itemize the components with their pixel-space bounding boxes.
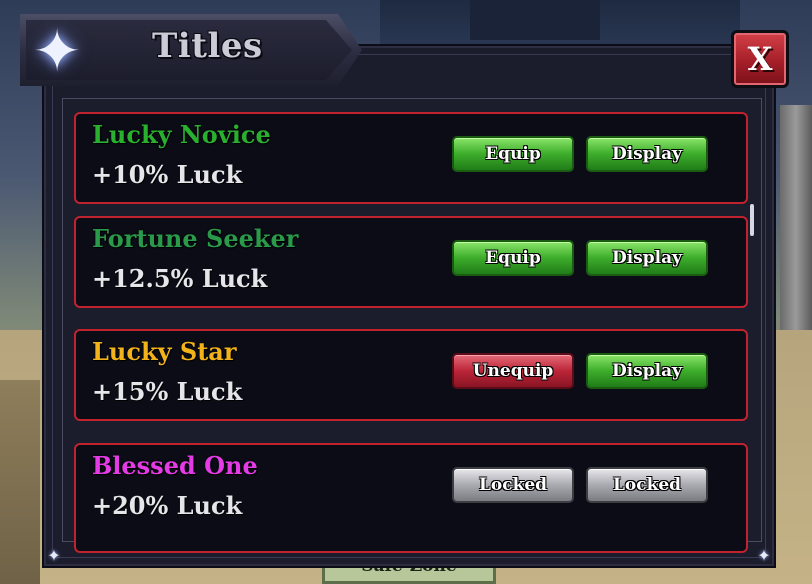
sparkle-star-icon: ✦	[32, 17, 82, 85]
title-bonus: +12.5% Luck	[92, 264, 268, 293]
close-button[interactable]: X	[731, 30, 789, 88]
scrollbar-thumb[interactable]	[750, 204, 754, 236]
unequip-button[interactable]: Unequip	[452, 353, 574, 389]
title-row-blessed-one: Blessed One +20% Luck Locked Locked	[74, 443, 748, 553]
locked-button[interactable]: Locked	[586, 467, 708, 503]
title-name: Lucky Novice	[92, 120, 271, 149]
title-row-lucky-novice: Lucky Novice +10% Luck Equip Display	[74, 112, 748, 204]
display-button[interactable]: Display	[586, 136, 708, 172]
display-button[interactable]: Display	[586, 353, 708, 389]
background-building-roof	[470, 0, 600, 40]
title-name: Fortune Seeker	[92, 224, 299, 253]
title-row-lucky-star: Lucky Star +15% Luck Unequip Display	[74, 329, 748, 421]
title-bonus: +20% Luck	[92, 491, 243, 520]
title-bonus: +15% Luck	[92, 377, 243, 406]
corner-star-icon: ✦	[757, 546, 771, 565]
title-row-fortune-seeker: Fortune Seeker +12.5% Luck Equip Display	[74, 216, 748, 308]
title-name: Blessed One	[92, 451, 258, 480]
corner-star-icon: ✦	[47, 546, 61, 565]
display-button[interactable]: Display	[586, 240, 708, 276]
equip-button[interactable]: Equip	[452, 240, 574, 276]
title-name: Lucky Star	[92, 337, 237, 366]
background-wall	[0, 380, 40, 584]
equip-button[interactable]: Equip	[452, 136, 574, 172]
title-bonus: +10% Luck	[92, 160, 243, 189]
panel-title: Titles	[152, 26, 263, 66]
background-pole	[780, 105, 812, 345]
locked-button[interactable]: Locked	[452, 467, 574, 503]
